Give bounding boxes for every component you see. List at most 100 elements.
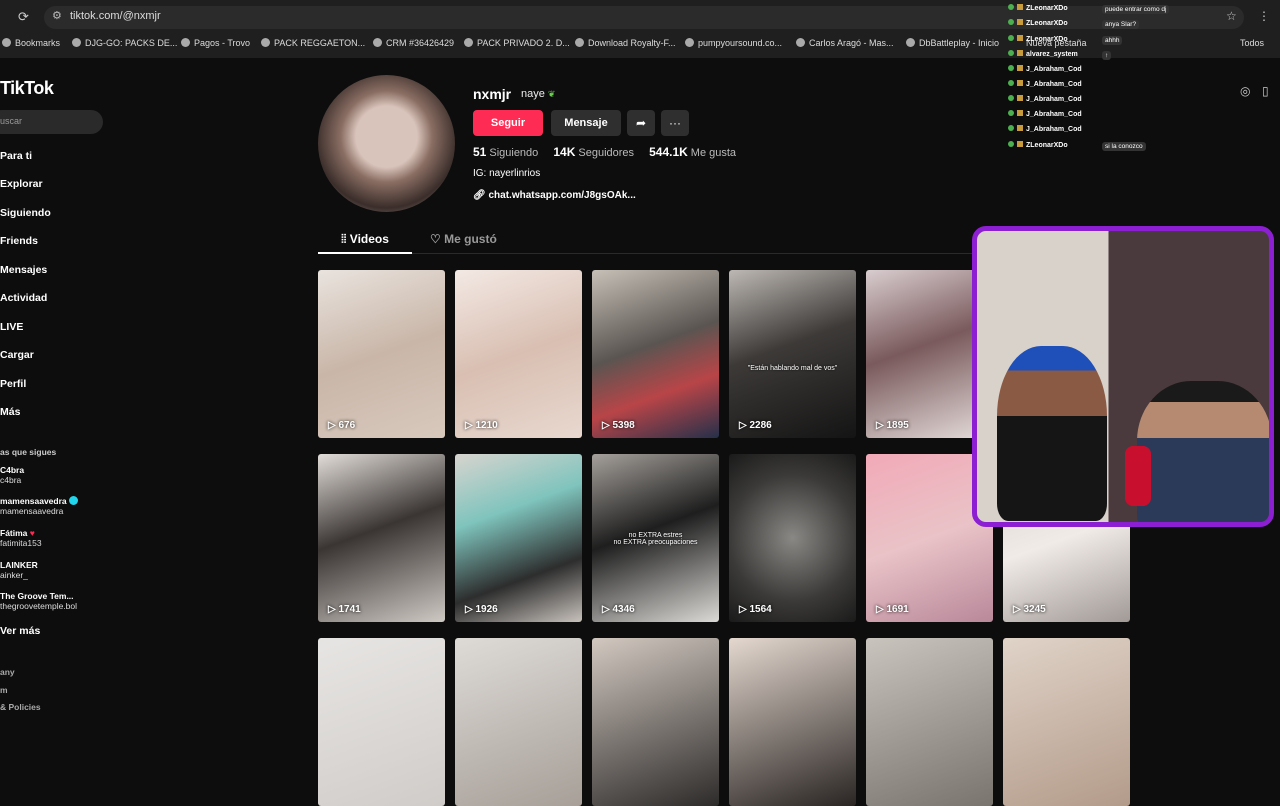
nav-explorar[interactable]: Explorar bbox=[0, 178, 43, 190]
video-thumbnail[interactable] bbox=[455, 638, 582, 806]
search-placeholder: uscar bbox=[0, 116, 23, 126]
video-thumbnail[interactable]: "Están hablando mal de vos" ▷ 2286 bbox=[729, 270, 856, 438]
likes-stat: 544.1K Me gusta bbox=[649, 145, 736, 159]
tab-videos[interactable]: ⦙⦙ Videos bbox=[318, 226, 412, 254]
chat-message: J_Abraham_Cod bbox=[1008, 95, 1082, 107]
chat-message: ZLeonarXDo bbox=[1008, 19, 1068, 31]
bookmark-item[interactable]: PACK REGGAETON... bbox=[261, 38, 365, 48]
footer-link[interactable]: & Policies bbox=[0, 702, 41, 712]
see-more-link[interactable]: Ver más bbox=[0, 625, 40, 637]
following-stat[interactable]: 51 Siguiendo bbox=[473, 145, 538, 159]
video-thumbnail[interactable] bbox=[729, 638, 856, 806]
bookmark-item[interactable]: PACK PRIVADO 2. D... bbox=[464, 38, 570, 48]
nav-para-ti[interactable]: Para ti bbox=[0, 150, 32, 162]
nav-mensajes[interactable]: Mensajes bbox=[0, 264, 47, 276]
view-count: ▷ 676 bbox=[328, 420, 356, 431]
nav-live[interactable]: LIVE bbox=[0, 321, 23, 333]
view-count: ▷ 1926 bbox=[465, 604, 498, 615]
chat-message: alvarez_system bbox=[1008, 50, 1078, 62]
bookmark-icon bbox=[685, 38, 694, 47]
video-thumbnail[interactable]: ▷ 1741 bbox=[318, 454, 445, 622]
status-dot-icon bbox=[1008, 110, 1014, 116]
bookmark-item[interactable]: DbBattleplay - Inicio bbox=[906, 38, 999, 48]
reload-icon[interactable]: ⟳ bbox=[18, 9, 29, 25]
chat-username: ZLeonarXDo bbox=[1026, 20, 1068, 27]
view-count: ▷ 1691 bbox=[876, 604, 909, 615]
nav-siguiendo[interactable]: Siguiendo bbox=[0, 207, 51, 219]
message-button[interactable]: Mensaje bbox=[551, 110, 621, 136]
bookmark-item[interactable]: CRM #36426429 bbox=[373, 38, 454, 48]
nav-cargar[interactable]: Cargar bbox=[0, 349, 34, 361]
video-thumbnail[interactable]: ▷ 1210 bbox=[455, 270, 582, 438]
video-thumbnail[interactable]: ▷ 5398 bbox=[592, 270, 719, 438]
chat-message: J_Abraham_Cod bbox=[1008, 65, 1082, 77]
badge-icon bbox=[1017, 141, 1023, 147]
footer-link[interactable]: any bbox=[0, 667, 15, 677]
chat-message: J_Abraham_Cod bbox=[1008, 80, 1082, 92]
site-info-icon[interactable]: ⚙ bbox=[52, 9, 62, 22]
account-handle: fatimita153 bbox=[0, 538, 42, 548]
bookmarks-icon bbox=[2, 38, 11, 47]
following-account[interactable]: LAINKER ainker_ bbox=[0, 560, 38, 580]
bookmark-label: PACK REGGAETON... bbox=[274, 38, 366, 48]
bookmark-label: DbBattleplay - Inicio bbox=[919, 38, 1000, 48]
nav-perfil[interactable]: Perfil bbox=[0, 378, 26, 390]
search-input[interactable]: uscar bbox=[0, 110, 103, 134]
video-thumbnail[interactable]: ▷ 676 bbox=[318, 270, 445, 438]
bookmark-item[interactable]: DJG-GO: PACKS DE... bbox=[72, 38, 177, 48]
url-text: tiktok.com/@nxmjr bbox=[70, 10, 161, 22]
video-caption: no EXTRA estres no EXTRA preocupaciones bbox=[613, 532, 698, 546]
bookmark-item[interactable]: Pagos - Trovo bbox=[181, 38, 250, 48]
following-count: 51 bbox=[473, 145, 487, 159]
streamer-figure bbox=[997, 346, 1107, 521]
follow-button[interactable]: Seguir bbox=[473, 110, 543, 136]
video-thumbnail[interactable] bbox=[1003, 638, 1130, 806]
bookmark-label: DJG-GO: PACKS DE... bbox=[85, 38, 178, 48]
status-dot-icon bbox=[1008, 95, 1014, 101]
video-thumbnail[interactable] bbox=[318, 638, 445, 806]
view-count: ▷ 1741 bbox=[328, 604, 361, 615]
bookmark-item[interactable]: pumpyoursound.co... bbox=[685, 38, 782, 48]
nav-actividad[interactable]: Actividad bbox=[0, 292, 47, 304]
video-thumbnail[interactable] bbox=[866, 638, 993, 806]
bookmark-item[interactable]: Carlos Aragó - Mas... bbox=[796, 38, 894, 48]
bookmark-label: pumpyoursound.co... bbox=[698, 38, 783, 48]
chat-text: anya Slar? bbox=[1102, 20, 1140, 29]
following-account[interactable]: mamensaavedra mamensaavedra bbox=[0, 496, 79, 516]
bookmark-item[interactable]: Bookmarks bbox=[2, 38, 60, 48]
chat-message: J_Abraham_Cod bbox=[1008, 125, 1082, 137]
following-account[interactable]: Fátima ♥ fatimita153 bbox=[0, 528, 42, 548]
footer-link[interactable]: m bbox=[0, 685, 8, 695]
following-account[interactable]: The Groove Tem... thegroovetemple.bol bbox=[0, 591, 77, 611]
view-count: ▷ 5398 bbox=[602, 420, 635, 431]
tab-label: Me gustó bbox=[444, 232, 497, 246]
badge-icon bbox=[1017, 35, 1023, 41]
tab-liked[interactable]: ♡ Me gustó bbox=[430, 226, 497, 254]
bookmark-item[interactable]: Download Royalty-F... bbox=[575, 38, 676, 48]
tiktok-logo[interactable]: TikTok bbox=[0, 78, 54, 99]
bookmark-icon bbox=[181, 38, 190, 47]
tab-label: Videos bbox=[349, 232, 389, 246]
bookmark-label: Pagos - Trovo bbox=[194, 38, 251, 48]
following-account[interactable]: C4bra c4bra bbox=[0, 465, 24, 485]
bookmark-icon bbox=[575, 38, 584, 47]
followers-stat[interactable]: 14K Seguidores bbox=[553, 145, 634, 159]
video-thumbnail[interactable]: no EXTRA estres no EXTRA preocupaciones ▷… bbox=[592, 454, 719, 622]
share-icon[interactable]: ➦ bbox=[627, 110, 655, 136]
grid-icon: ⦙⦙ bbox=[341, 232, 347, 246]
chat-username: ZLeonarXDo bbox=[1026, 142, 1068, 149]
nav-mas[interactable]: Más bbox=[0, 406, 20, 418]
profile-tabs: ⦙⦙ Videos ♡ Me gustó bbox=[318, 226, 978, 254]
status-dot-icon bbox=[1008, 50, 1014, 56]
chat-username: J_Abraham_Cod bbox=[1026, 96, 1082, 103]
video-thumbnail[interactable]: ▷ 1564 bbox=[729, 454, 856, 622]
video-thumbnail[interactable] bbox=[592, 638, 719, 806]
more-options-icon[interactable]: ··· bbox=[661, 110, 689, 136]
chat-text: ↑ bbox=[1102, 51, 1112, 60]
account-name: mamensaavedra bbox=[0, 496, 67, 506]
account-name: Fátima bbox=[0, 528, 28, 538]
profile-link[interactable]: 🔗︎ chat.whatsapp.com/J8gsOAk... bbox=[473, 190, 636, 201]
video-thumbnail[interactable]: ▷ 1926 bbox=[455, 454, 582, 622]
nav-friends[interactable]: Friends bbox=[0, 235, 38, 247]
view-count-text: 4346 bbox=[612, 604, 635, 615]
